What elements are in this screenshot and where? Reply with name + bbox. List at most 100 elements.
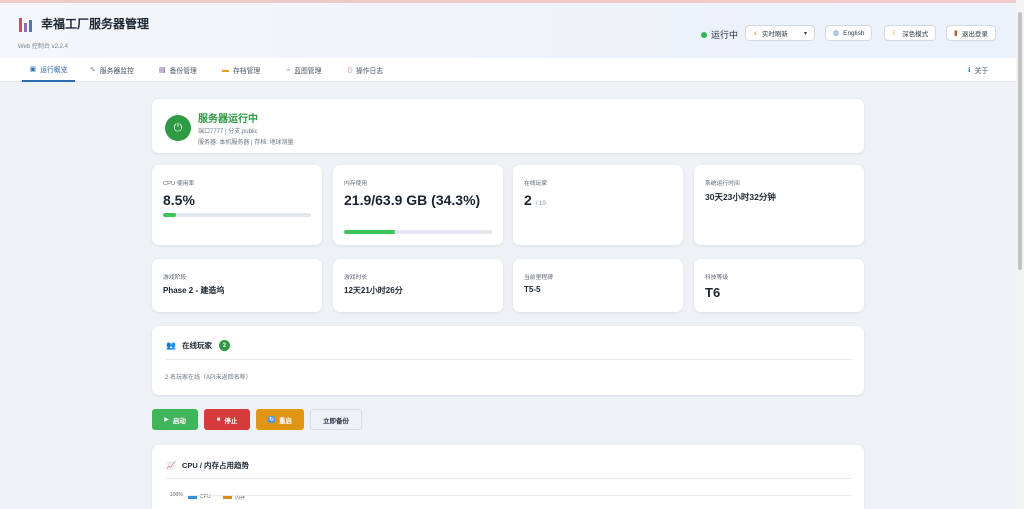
divider xyxy=(166,359,852,360)
memory-card: 内存使用 21.9/63.9 GB (34.3%) xyxy=(333,165,503,245)
tab-overview[interactable]: ▣ 运行概览 xyxy=(22,58,75,82)
uptime-value: 30天23小时32分钟 xyxy=(705,192,776,202)
play-icon: ▶ xyxy=(164,417,169,423)
online-players-note: 2 名玩家在线（API未返回名称） xyxy=(165,375,252,381)
refresh-select-value: 实时刷新 xyxy=(761,31,788,38)
online-players-heading: 👥 在线玩家 2 xyxy=(166,340,230,351)
save-icon: ▤ xyxy=(159,67,166,74)
server-status-card: ⏻ 服务器运行中 端口7777 | 分支:public 服务器: 本机服务器 |… xyxy=(152,99,864,153)
start-button-label: 启动 xyxy=(172,417,186,425)
milestone-label: 当前里程碑 xyxy=(524,275,553,281)
scrollbar-thumb[interactable] xyxy=(1018,12,1022,270)
playtime-value: 12天21小时26分 xyxy=(344,286,403,295)
divider xyxy=(166,478,852,479)
tab-blueprints[interactable]: ⌁ 蓝图管理 xyxy=(284,58,323,82)
stop-icon: ■ xyxy=(216,416,221,423)
page-scrollbar[interactable] xyxy=(1016,0,1024,509)
y-axis-tick: 100% xyxy=(170,492,183,498)
theme-toggle-button[interactable]: ☾ 深色模式 xyxy=(884,25,937,41)
folder-icon: ▬ xyxy=(222,66,229,74)
backup-button-label: 立即备份 xyxy=(323,417,349,425)
about-label: 关于 xyxy=(974,68,989,75)
dashboard-icon: ▣ xyxy=(29,66,37,73)
memory-label: 内存使用 xyxy=(344,181,368,187)
online-players-title: 在线玩家 xyxy=(181,341,212,350)
phase-value: Phase 2 - 建造坞 xyxy=(163,286,225,295)
uptime-label: 系统运行时间 xyxy=(705,181,740,187)
tab-logs[interactable]: ▯ 操作日志 xyxy=(346,58,385,82)
app-version: Web 控制台 v2.2.4 xyxy=(18,44,68,50)
playtime-label: 游戏时长 xyxy=(344,275,368,281)
memory-value: 21.9/63.9 GB (34.3%) xyxy=(344,192,481,208)
tab-saves[interactable]: ▬ 存档管理 xyxy=(220,58,262,82)
phase-card: 游戏阶段 Phase 2 - 建造坞 xyxy=(152,259,322,312)
brand: 幸福工厂服务器管理 xyxy=(18,15,149,32)
cpu-card: CPU 使用率 8.5% xyxy=(152,165,322,245)
header-bar: 幸福工厂服务器管理 Web 控制台 v2.2.4 运行中 ⚡ 实时刷新 ▾ ◍ En… xyxy=(0,0,1016,58)
theme-button-label: 深色模式 xyxy=(902,31,929,38)
players-label: 在线玩家 xyxy=(524,181,548,187)
cpu-value: 8.5% xyxy=(163,192,195,208)
tab-label: 服务器监控 xyxy=(99,68,134,75)
tab-label: 存档管理 xyxy=(233,68,261,75)
restart-button-label: 重启 xyxy=(279,417,293,425)
language-button[interactable]: ◍ English xyxy=(825,25,873,41)
stop-button[interactable]: ■ 停止 xyxy=(204,409,250,430)
factory-logo-icon xyxy=(18,16,34,32)
uptime-card: 系统运行时间 30天23小时32分钟 xyxy=(694,165,864,245)
tab-server-monitor[interactable]: ✎ 服务器监控 xyxy=(88,58,136,82)
trend-heading: 📈 CPU / 内存占用趋势 xyxy=(166,460,249,471)
tech-label: 科技等级 xyxy=(705,275,729,281)
tab-label: 备份管理 xyxy=(169,68,197,75)
trend-card: 📈 CPU / 内存占用趋势 CPU 内存 100% xyxy=(152,445,864,509)
server-status-text: 运行中 xyxy=(711,30,739,40)
power-icon: ⏻ xyxy=(165,115,191,141)
cpu-label: CPU 使用率 xyxy=(163,181,195,187)
backup-now-button[interactable]: 立即备份 xyxy=(310,409,362,430)
about-button[interactable]: ℹ 关于 xyxy=(966,58,990,82)
server-port-branch: 端口7777 | 分支:public xyxy=(198,129,258,135)
cpu-progress-bar xyxy=(163,213,311,217)
tab-backup[interactable]: ▤ 备份管理 xyxy=(157,58,199,82)
blueprint-icon: ⌁ xyxy=(286,67,291,74)
restart-button[interactable]: ↻ 重启 xyxy=(256,409,304,430)
online-count-badge: 2 xyxy=(218,340,230,351)
users-icon: 👥 xyxy=(166,341,176,350)
logout-button-label: 退出登录 xyxy=(961,31,988,38)
server-host-save: 服务器: 本机服务器 | 存档: 地球测量 xyxy=(198,140,294,146)
tech-value: T6 xyxy=(705,285,721,300)
milestone-card: 当前里程碑 T5-5 xyxy=(513,259,683,312)
milestone-value: T5-5 xyxy=(524,285,541,294)
main-nav: ▣ 运行概览 ✎ 服务器监控 ▤ 备份管理 ▬ 存档管理 ⌁ 蓝图管理 ▯ 操作日志 ℹ 关于 xyxy=(0,58,1016,82)
clipboard-icon: ▯ xyxy=(348,67,352,74)
online-players-card: 👥 在线玩家 2 2 名玩家在线（API未返回名称） xyxy=(152,326,864,395)
info-icon: ℹ xyxy=(968,67,971,74)
tab-label: 蓝图管理 xyxy=(294,68,322,75)
memory-progress-fill xyxy=(344,230,395,234)
tech-card: 科技等级 T6 xyxy=(694,259,864,312)
moon-icon: ☾ xyxy=(892,30,899,37)
server-status-title: 服务器运行中 xyxy=(198,114,258,125)
phase-label: 游戏阶段 xyxy=(163,275,187,281)
players-max: / 10 xyxy=(535,201,546,207)
players-count: 2 xyxy=(524,192,532,208)
chart-gridline xyxy=(188,495,852,496)
refresh-select[interactable]: ⚡ 实时刷新 ▾ xyxy=(745,25,815,41)
memory-progress-bar xyxy=(344,230,492,234)
door-icon: ▮ xyxy=(954,30,958,37)
wrench-icon: ✎ xyxy=(90,67,96,74)
restart-icon: ↻ xyxy=(267,416,276,423)
globe-icon: ◍ xyxy=(833,30,840,37)
logout-button[interactable]: ▮ 退出登录 xyxy=(946,25,996,41)
app-title: 幸福工厂服务器管理 xyxy=(41,17,150,31)
start-button[interactable]: ▶ 启动 xyxy=(152,409,198,430)
tab-label: 操作日志 xyxy=(355,68,384,75)
lightning-icon: ⚡ xyxy=(753,31,758,38)
tab-label: 运行概览 xyxy=(40,67,68,74)
language-button-label: English xyxy=(843,29,865,37)
status-dot-icon xyxy=(701,31,707,38)
trend-title: CPU / 内存占用趋势 xyxy=(181,461,250,470)
server-status-indicator: 运行中 xyxy=(701,28,738,41)
chart-icon: 📈 xyxy=(166,461,176,470)
stop-button-label: 停止 xyxy=(224,417,238,425)
